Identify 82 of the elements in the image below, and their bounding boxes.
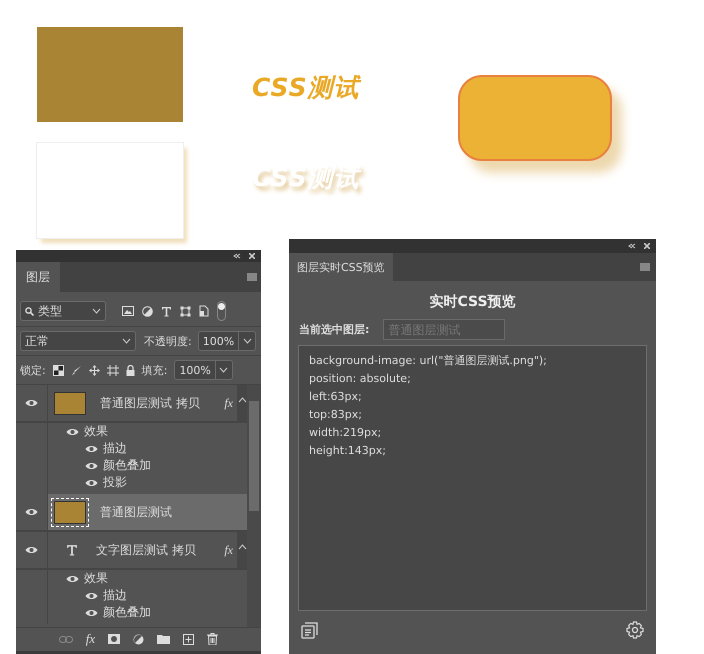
filter-toggle[interactable] — [217, 301, 226, 321]
collapse-icon[interactable] — [233, 253, 241, 259]
effect-name: 效果 — [84, 570, 108, 587]
layer-name: 文字图层测试 拷贝 — [96, 542, 196, 558]
css-test-text: CSS测试 — [252, 72, 362, 104]
effect-name: 描边 — [103, 587, 127, 604]
lock-icon[interactable] — [126, 364, 135, 376]
collapse-icon[interactable] — [628, 243, 636, 249]
eye-icon[interactable] — [25, 399, 38, 407]
code-line: top:83px; — [309, 407, 363, 423]
caret-icon[interactable] — [238, 397, 246, 403]
css-preview-tab[interactable]: 图层实时CSS预览 — [289, 253, 393, 281]
filter-value: 类型 — [38, 302, 62, 320]
close-icon[interactable] — [249, 253, 255, 259]
mask-icon[interactable] — [108, 634, 120, 644]
type-filter-icon[interactable] — [161, 306, 172, 316]
lock-label: 锁定: — [20, 362, 46, 378]
menu-icon[interactable] — [640, 263, 650, 271]
eye-icon[interactable] — [85, 462, 98, 470]
fill-field[interactable]: 100% — [174, 360, 233, 380]
css-test-text: CSS测试 — [252, 162, 366, 200]
layer-name: 普通图层测试 拷贝 — [100, 394, 200, 412]
fill-label: 填充: — [142, 362, 168, 378]
caret-icon[interactable] — [238, 544, 246, 550]
layer-name: 普通图层测试 — [100, 504, 172, 520]
close-icon[interactable] — [644, 243, 650, 249]
caret-icon — [219, 367, 228, 373]
artboard-icon[interactable] — [106, 364, 119, 376]
smart-object-filter-icon[interactable] — [199, 305, 209, 317]
layer-thumbnail — [54, 392, 86, 414]
move-icon[interactable] — [88, 364, 100, 376]
scrollbar[interactable] — [247, 385, 261, 627]
code-line: background-image: url("普通图层测试.png"); — [309, 353, 548, 369]
folder-icon[interactable] — [157, 634, 170, 644]
effect-name: 效果 — [84, 423, 108, 440]
opacity-field[interactable]: 100% — [198, 331, 256, 351]
eye-icon[interactable] — [25, 546, 38, 554]
brush-icon[interactable] — [70, 364, 82, 376]
eye-icon[interactable] — [66, 574, 79, 582]
layers-tab[interactable]: 图层 — [16, 262, 60, 292]
adjustment-icon[interactable] — [133, 634, 144, 644]
eye-icon[interactable] — [85, 444, 98, 452]
layer-row[interactable]: 文字图层测试 拷贝 fx — [16, 532, 247, 570]
eye-icon[interactable] — [25, 508, 38, 516]
effect-name: 颜色叠加 — [103, 604, 151, 621]
new-layer-icon[interactable] — [183, 634, 194, 644]
effect-name: 投影 — [103, 474, 127, 491]
code-line: width:219px; — [309, 425, 382, 441]
image-filter-icon[interactable] — [122, 306, 134, 316]
expand-toggle[interactable] — [237, 532, 247, 568]
expand-toggle[interactable] — [237, 385, 247, 421]
type-layer-icon — [66, 544, 78, 556]
caret-icon — [122, 338, 131, 344]
panel-heading: 实时CSS预览 — [428, 293, 517, 311]
trash-icon[interactable] — [207, 633, 218, 645]
blend-mode-dropdown[interactable]: 正常 — [20, 331, 136, 351]
eye-icon[interactable] — [85, 608, 98, 616]
copy-icon[interactable] — [301, 622, 318, 638]
eye-icon[interactable] — [85, 592, 98, 600]
effects-indicator: fx — [224, 542, 233, 558]
effect-name: 颜色叠加 — [103, 457, 151, 474]
lock-pixels-icon[interactable] — [52, 364, 64, 376]
current-layer-label: 当前选中图层: — [299, 322, 370, 337]
opacity-label: 不透明度: — [144, 334, 192, 348]
layer-row[interactable]: 普通图层测试 — [16, 494, 247, 532]
menu-icon[interactable] — [247, 273, 257, 281]
search-icon — [25, 306, 34, 316]
effect-name: 描边 — [103, 440, 127, 457]
eye-icon[interactable] — [85, 478, 98, 486]
shape-filter-icon[interactable] — [180, 306, 191, 316]
eye-icon[interactable] — [66, 428, 79, 436]
caret-icon — [242, 338, 252, 344]
adjustment-filter-icon[interactable] — [142, 306, 153, 316]
caret-icon — [92, 308, 101, 314]
add-style-button[interactable]: fx — [86, 631, 96, 647]
layer-row[interactable]: 普通图层测试 拷贝 fx — [16, 385, 247, 423]
settings-icon[interactable] — [626, 621, 644, 639]
filter-kind-dropdown[interactable]: 类型 — [20, 301, 106, 321]
effects-indicator: fx — [224, 396, 233, 410]
code-line: position: absolute; — [309, 371, 412, 387]
code-line: height:143px; — [309, 443, 387, 459]
code-line: left:63px; — [309, 389, 363, 405]
